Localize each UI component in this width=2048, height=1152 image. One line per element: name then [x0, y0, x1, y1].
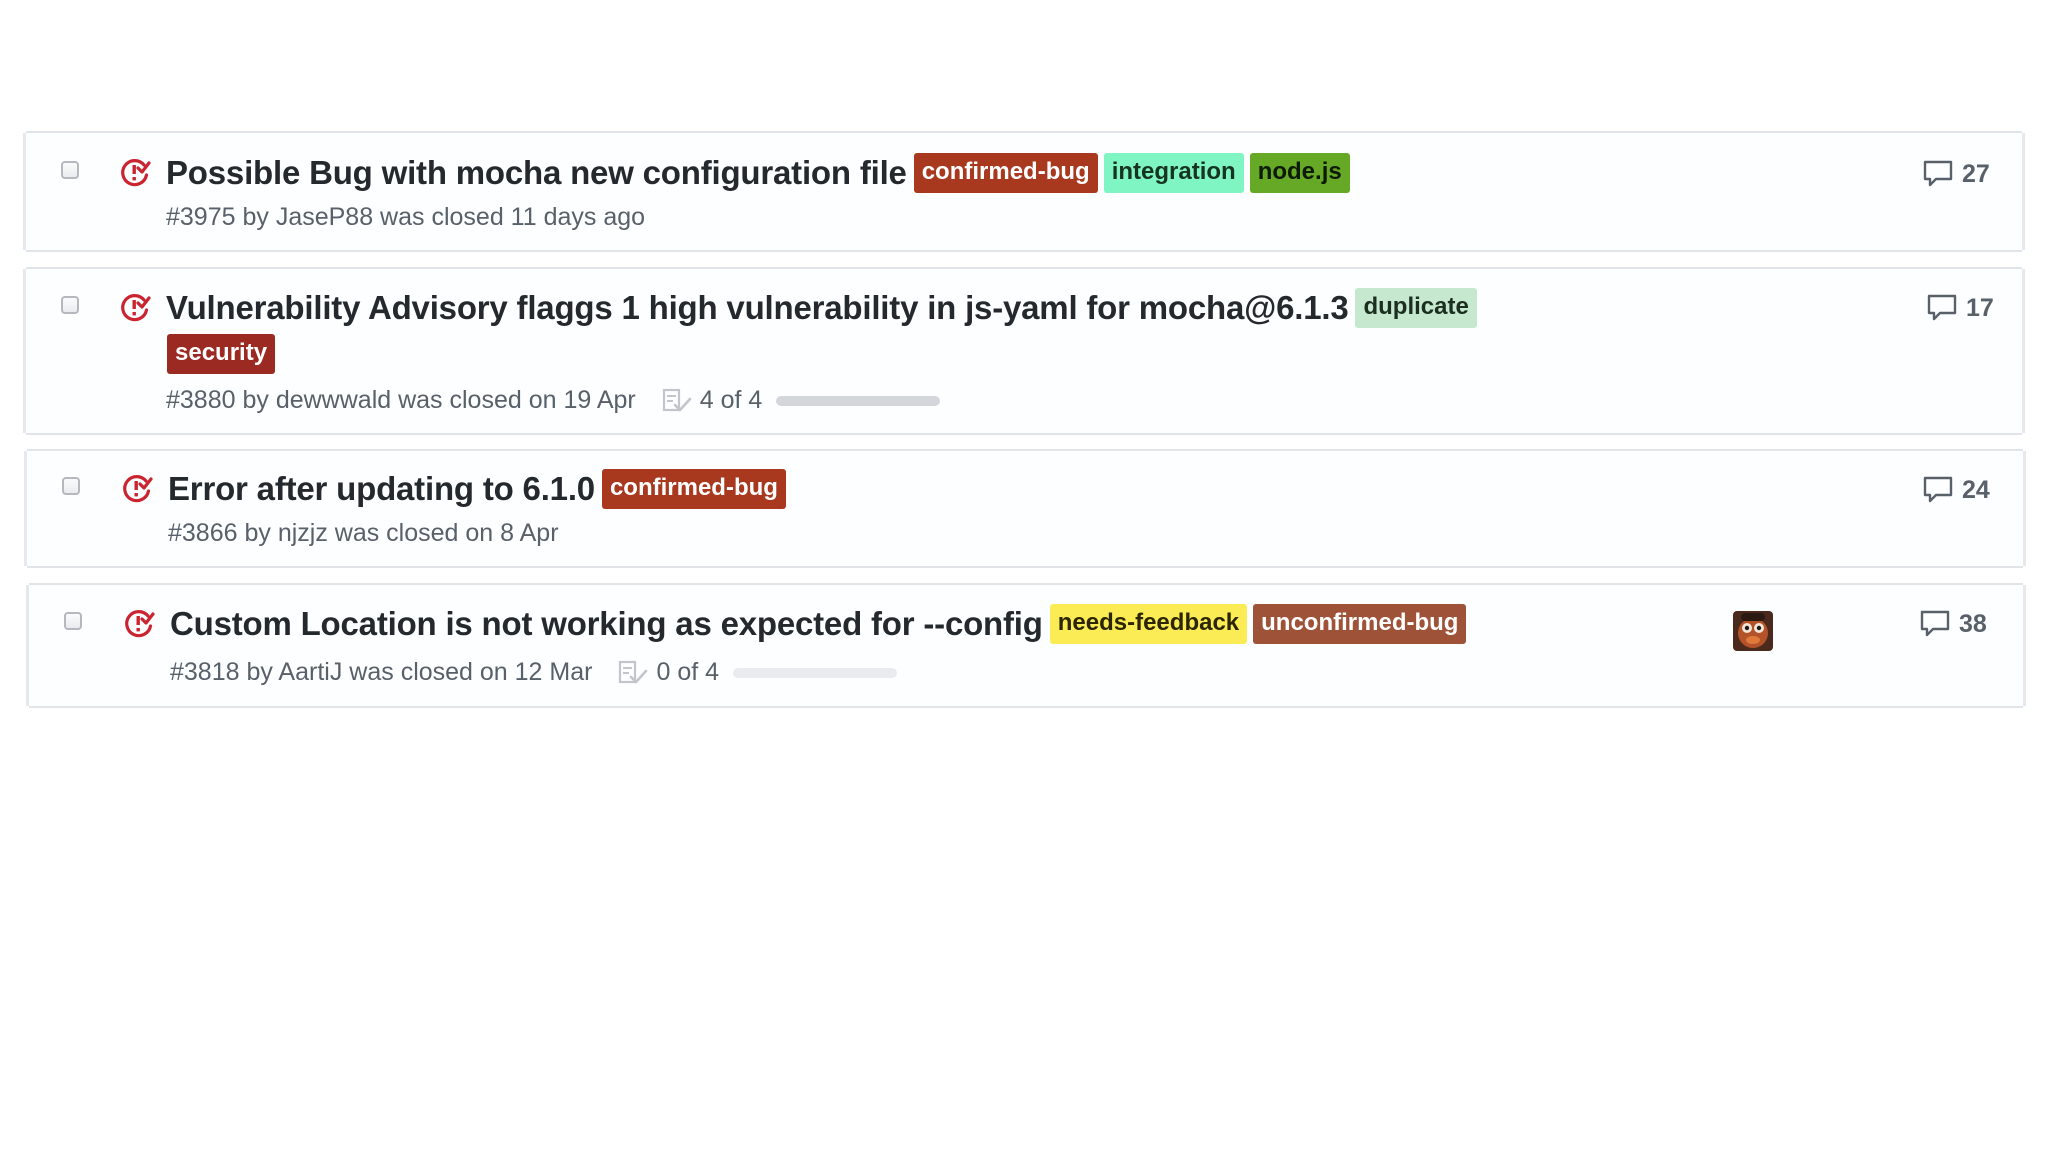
issue-title[interactable]: Possible Bug with mocha new configuratio…: [166, 154, 907, 192]
comment-count: 24: [1962, 475, 1990, 504]
row-edge: [26, 585, 29, 706]
checklist-icon: [619, 660, 648, 683]
comments-link[interactable]: 38: [1919, 609, 1987, 639]
label-confirmed-bug[interactable]: confirmed-bug: [913, 153, 1098, 193]
comment-count: 27: [1962, 159, 1990, 188]
issue-title[interactable]: Custom Location is not working as expect…: [170, 605, 1043, 643]
comment-count: 38: [1959, 609, 1987, 638]
comment-icon: [1923, 476, 1953, 503]
checklist-icon: [662, 388, 692, 411]
select-issue-checkbox[interactable]: [64, 612, 82, 630]
comment-icon: [1923, 160, 1953, 187]
comments-link[interactable]: 24: [1922, 475, 1990, 505]
comments-link[interactable]: 27: [1922, 159, 1990, 189]
issue-closed-icon: [123, 475, 153, 503]
comment-count: 17: [1966, 293, 1994, 322]
row-edge: [23, 133, 26, 250]
label-integration[interactable]: integration: [1103, 153, 1244, 193]
tasks-progress-bar: [733, 667, 898, 678]
issue-row[interactable]: Vulnerability Advisory flaggs 1 high vul…: [23, 267, 2025, 435]
issue-title[interactable]: Error after updating to 6.1.0: [168, 470, 595, 508]
tasks-progress-fill: [776, 395, 941, 406]
row-edge: [24, 451, 27, 566]
label-duplicate[interactable]: duplicate: [1355, 288, 1477, 328]
comment-icon: [1920, 610, 1950, 637]
tasks-progress-bar: [776, 395, 941, 406]
row-edge: [23, 269, 26, 433]
row-edge: [2022, 133, 2025, 250]
comments-link[interactable]: 17: [1926, 293, 1994, 323]
assignee-avatar[interactable]: [1733, 611, 1773, 651]
avatar-image: [1733, 611, 1773, 651]
issue-meta: #3866 by njzjz was closed on 8 Apr: [168, 519, 559, 547]
issue-closed-icon: [121, 159, 151, 187]
label-needs-feedback[interactable]: needs-feedback: [1049, 604, 1248, 644]
select-issue-checkbox[interactable]: [61, 296, 79, 314]
issue-list: Possible Bug with mocha new configuratio…: [0, 0, 2048, 1152]
issue-meta: #3818 by AartiJ was closed on 12 Mar: [170, 658, 593, 686]
issue-row[interactable]: Error after updating to 6.1.0 confirmed-…: [24, 449, 2026, 568]
select-issue-checkbox[interactable]: [62, 477, 80, 495]
issue-meta: #3880 by dewwwald was closed on 19 Apr: [166, 386, 636, 414]
issue-row[interactable]: Custom Location is not working as expect…: [26, 583, 2026, 708]
row-edge: [2022, 269, 2025, 433]
label-nodejs[interactable]: node.js: [1249, 153, 1350, 193]
label-unconfirmed-bug[interactable]: unconfirmed-bug: [1253, 604, 1467, 644]
row-edge: [2023, 585, 2026, 706]
issue-closed-icon: [125, 610, 155, 638]
issue-meta: #3975 by JaseP88 was closed 11 days ago: [166, 203, 646, 231]
label-security[interactable]: security: [167, 334, 276, 374]
tasks-progress-text: 0 of 4: [656, 658, 720, 686]
label-confirmed-bug[interactable]: confirmed-bug: [601, 469, 786, 509]
issue-closed-icon: [121, 294, 151, 322]
row-edge: [2023, 451, 2026, 566]
issue-row[interactable]: Possible Bug with mocha new configuratio…: [23, 131, 2025, 252]
select-issue-checkbox[interactable]: [61, 161, 79, 179]
issue-title[interactable]: Vulnerability Advisory flaggs 1 high vul…: [166, 289, 1349, 327]
tasks-progress-text: 4 of 4: [699, 386, 763, 414]
comment-icon: [1927, 294, 1957, 321]
